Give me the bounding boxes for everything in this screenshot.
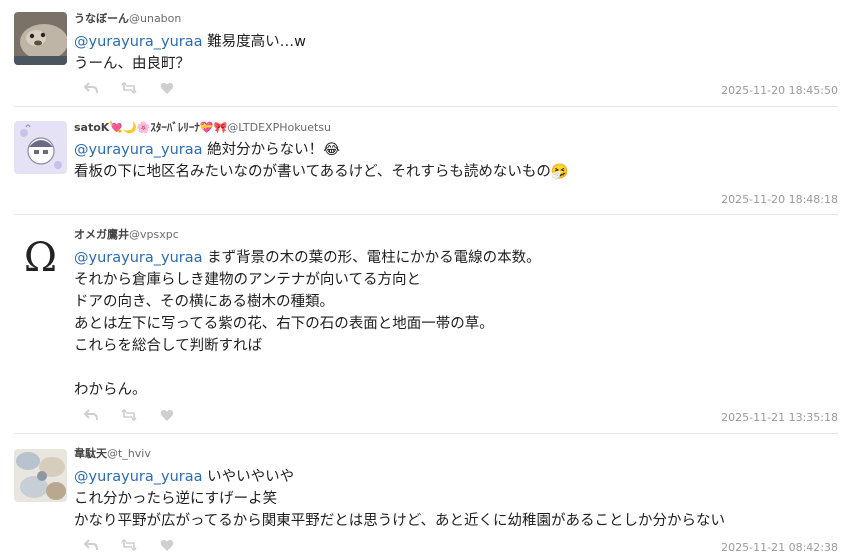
post-text: いやいやいや <box>207 469 295 485</box>
post-timestamp[interactable]: 2025-11-20 18:48:18 <box>721 193 838 206</box>
divider <box>14 433 838 434</box>
mention-link[interactable]: @yurayura_yuraa <box>74 142 203 158</box>
post-text: あとは左下に写ってる紫の花、右下の石の表面と地面一帯の草。 <box>74 316 494 332</box>
boost-icon[interactable] <box>120 80 138 96</box>
post-text: これらを総合して判断すれば <box>74 338 263 354</box>
post-actions <box>82 537 176 553</box>
post-timestamp[interactable]: 2025-11-21 13:35:18 <box>721 411 838 424</box>
post-actions <box>82 407 176 423</box>
post-timestamp[interactable]: 2025-11-20 18:45:50 <box>721 84 838 97</box>
avatar[interactable] <box>14 12 67 65</box>
post-text: 看板の下に地区名みたいなのが書いてあるけど、それすらも読めないもの🤧 <box>74 164 569 180</box>
post-header: オメガ鷹井@vpsxpc <box>74 226 179 242</box>
avatar[interactable]: Ω <box>14 231 67 284</box>
divider <box>14 106 838 107</box>
mention-link[interactable]: @yurayura_yuraa <box>74 250 203 266</box>
account-handle[interactable]: @t_hviv <box>107 447 151 460</box>
post-body: @yurayura_yuraa 絶対分からない！😂 看板の下に地区名みたいなのが… <box>74 139 569 183</box>
account-handle[interactable]: @vpsxpc <box>129 228 179 241</box>
boost-icon[interactable] <box>120 537 138 553</box>
avatar[interactable] <box>14 449 67 502</box>
post-header: うなぼーん@unabon <box>74 10 181 26</box>
post-body: @yurayura_yuraa 難易度高い…w うーん、由良町？ <box>74 31 306 75</box>
display-name[interactable]: satoK💘🌙🌸ｽﾀｰﾊﾞﾚﾘｰﾅ💝🎀 <box>74 121 227 134</box>
favourite-icon[interactable] <box>158 80 176 96</box>
post-timestamp[interactable]: 2025-11-21 08:42:38 <box>721 541 838 554</box>
post-text: それから倉庫らしき建物のアンテナが向いてる方向と <box>74 272 421 288</box>
post-text: ドアの向き、その横にある樹木の種類。 <box>74 294 334 310</box>
post-text: まず背景の木の葉の形、電柱にかかる電線の本数。 <box>207 250 541 266</box>
favourite-icon[interactable] <box>158 407 176 423</box>
post-text <box>74 357 541 379</box>
post-actions <box>82 80 176 96</box>
favourite-icon[interactable] <box>158 537 176 553</box>
mention-link[interactable]: @yurayura_yuraa <box>74 469 203 485</box>
account-handle[interactable]: @LTDEXPHokuetsu <box>227 121 331 134</box>
post-body: @yurayura_yuraa まず背景の木の葉の形、電柱にかかる電線の本数。 … <box>74 247 541 401</box>
display-name[interactable]: 韋駄天 <box>74 447 107 460</box>
post-text: 難易度高い…w <box>207 34 306 50</box>
reply-icon[interactable] <box>82 537 100 553</box>
reply-icon[interactable] <box>82 80 100 96</box>
display-name[interactable]: オメガ鷹井 <box>74 228 129 241</box>
post-text: うーん、由良町？ <box>74 56 190 72</box>
divider <box>14 214 838 215</box>
post-text: かなり平野が広がってるから関東平野だとは思うけど、あと近くに幼稚園があることしか… <box>74 513 726 529</box>
post-header: 韋駄天@t_hviv <box>74 445 151 461</box>
post-text: わからん。 <box>74 382 147 398</box>
display-name[interactable]: うなぼーん <box>74 12 129 25</box>
post-text: これ分かったら逆にすげーよ笑 <box>74 491 278 507</box>
omega-logo: Ω <box>23 234 58 281</box>
avatar[interactable] <box>14 121 67 174</box>
reply-icon[interactable] <box>82 407 100 423</box>
mention-link[interactable]: @yurayura_yuraa <box>74 34 203 50</box>
boost-icon[interactable] <box>120 407 138 423</box>
post-body: @yurayura_yuraa いやいやいや これ分かったら逆にすげーよ笑 かな… <box>74 466 725 532</box>
post-header: satoK💘🌙🌸ｽﾀｰﾊﾞﾚﾘｰﾅ💝🎀@LTDEXPHokuetsu <box>74 119 331 135</box>
account-handle[interactable]: @unabon <box>129 12 181 25</box>
post-text: 絶対分からない！😂 <box>207 142 341 158</box>
